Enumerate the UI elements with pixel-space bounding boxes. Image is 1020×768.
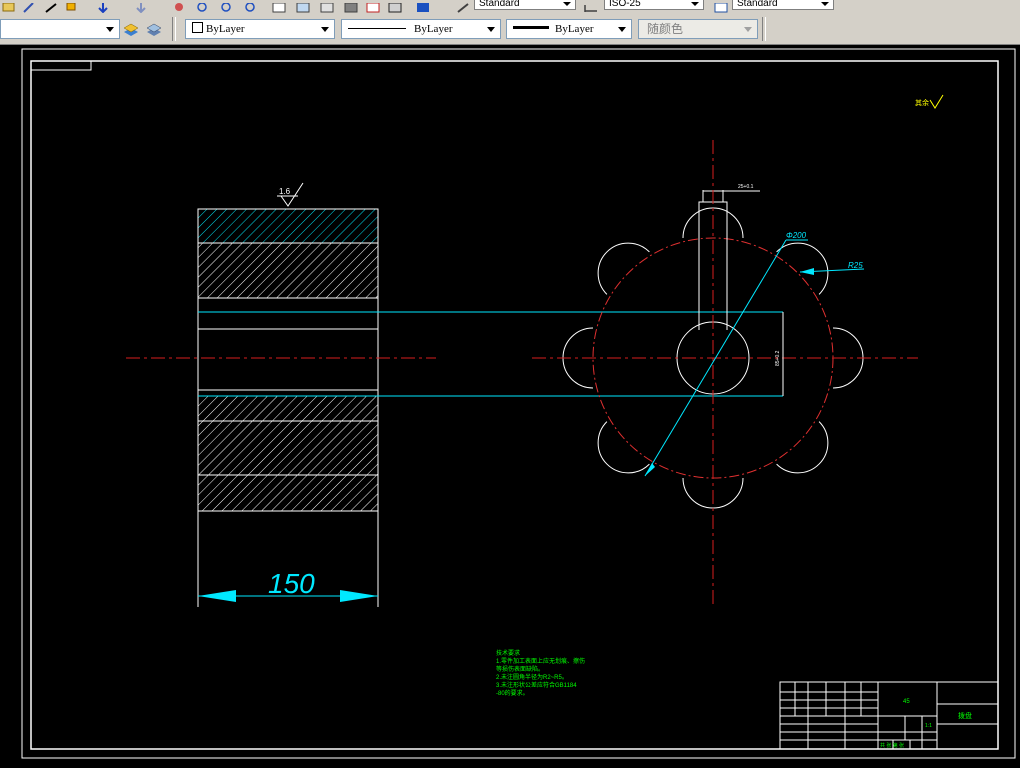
svg-text:1.零件加工表面上应无划痕、擦伤: 1.零件加工表面上应无划痕、擦伤 [496,657,585,665]
properties-toolbar: ByLayer ByLayer ByLayer 随颜色 [0,14,1020,45]
drawing-canvas[interactable]: 其余 1.6 150 25+0.1 85+0.2 Φ200 R25 技术要求 1… [0,45,1020,763]
radius-dimension: R25 [799,261,865,275]
text-style-icon [456,0,470,13]
notch-arc [597,421,650,474]
table-style-icon [714,0,728,13]
calculator-icon[interactable] [388,0,402,13]
layer-states-icon[interactable] [123,21,139,37]
layer-select[interactable] [0,19,120,39]
title-scale: 1:1 [925,723,932,729]
open-icon[interactable] [2,0,16,12]
svg-text:技术要求: 技术要求 [496,649,520,657]
design-center-icon[interactable] [296,0,310,13]
svg-text:其余: 其余 [915,98,929,107]
surface-finish-symbol: 1.6 [277,182,304,207]
brush-icon[interactable] [64,0,78,11]
dim-style-icon [584,0,598,12]
svg-text:3.未注形状公差应符合GB1184: 3.未注形状公差应符合GB1184 [496,681,577,689]
svg-text:2.未注圆角半径为R2~R5。: 2.未注圆角半径为R2~R5。 [496,673,568,681]
notch-arc [597,242,650,295]
svg-text:Φ200: Φ200 [786,231,807,240]
svg-text:R25: R25 [848,261,863,270]
zoom-previous-icon[interactable] [244,0,258,12]
pencil-icon[interactable] [22,0,36,13]
zoom-realtime-icon[interactable] [196,0,210,12]
linetype-sample [348,28,406,29]
lineweight-select[interactable]: ByLayer [506,19,632,39]
title-sheet: 共 张 第 张 [880,742,904,749]
title-part-name: 拨盘 [958,711,972,720]
help-icon[interactable] [416,0,430,12]
sheet-code-box [30,60,92,71]
standard-toolbar: Standard ISO-25 Standard [0,0,1020,15]
pan-icon[interactable] [172,0,186,11]
sheet-inner-border [30,60,999,750]
svg-text:25+0.1: 25+0.1 [738,184,754,190]
section-view [126,208,436,512]
table-style-select[interactable]: Standard [732,0,834,10]
roughness-note: 其余 [915,94,944,109]
notch-arc [776,242,829,295]
markup-icon[interactable] [366,0,380,13]
width-dimension: 150 [197,511,379,607]
undo-icon[interactable] [96,0,110,14]
front-view: 25+0.1 85+0.2 [532,140,918,605]
svg-text:等损伤表面缺陷。: 等损伤表面缺陷。 [496,665,544,673]
text-style-select[interactable]: Standard [474,0,576,10]
linetype-select[interactable]: ByLayer [341,19,501,39]
layer-previous-icon[interactable] [146,21,162,37]
sheet-set-icon[interactable] [344,0,358,13]
properties-icon[interactable] [272,0,286,13]
technical-requirements: 技术要求 1.零件加工表面上应无划痕、擦伤 等损伤表面缺陷。 2.未注圆角半径为… [496,649,585,697]
title-material: 45 [903,699,910,705]
color-select[interactable]: ByLayer [185,19,335,39]
color-swatch [192,22,203,33]
redo-icon[interactable] [134,0,148,14]
paste-icon[interactable] [44,0,58,13]
svg-text:-80的要求。: -80的要求。 [496,689,529,697]
notch-arc [776,421,829,474]
tool-palettes-icon[interactable] [320,0,334,13]
svg-text:85+0.2: 85+0.2 [775,350,781,366]
dim-style-select[interactable]: ISO-25 [604,0,704,10]
plot-style-select: 随颜色 [638,19,758,39]
zoom-window-icon[interactable] [220,0,234,12]
lineweight-sample [513,26,549,29]
cad-drawing[interactable]: 其余 1.6 150 25+0.1 85+0.2 Φ200 R25 技术要求 1… [0,45,1020,763]
svg-text:1.6: 1.6 [279,187,291,196]
svg-text:150: 150 [268,568,315,599]
